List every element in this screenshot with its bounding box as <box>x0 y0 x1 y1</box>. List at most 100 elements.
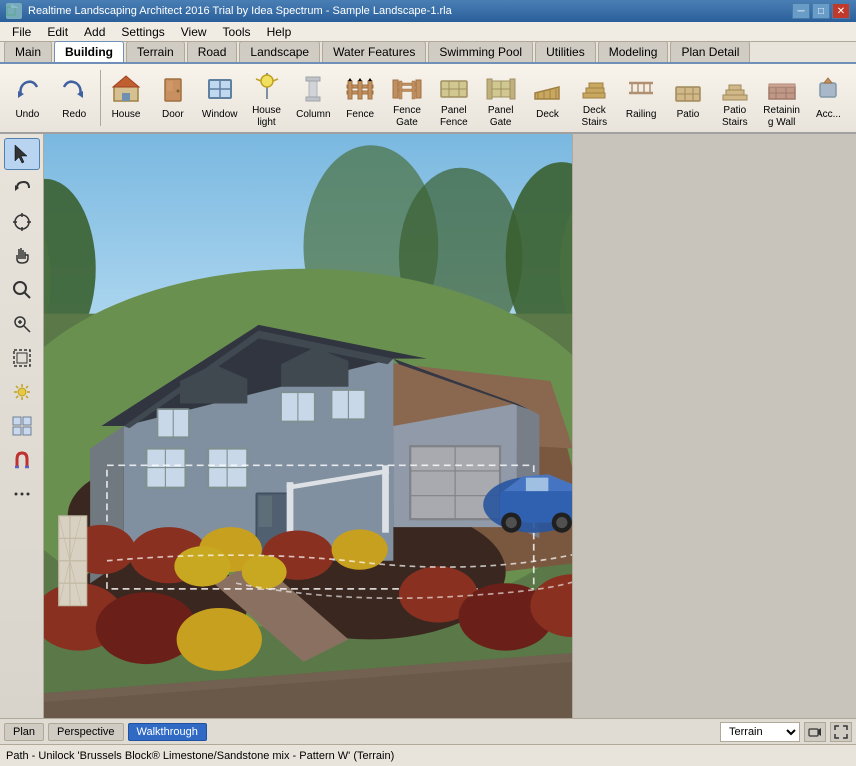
tab-modeling[interactable]: Modeling <box>598 41 669 62</box>
menu-item-view[interactable]: View <box>173 23 215 41</box>
app-icon <box>6 3 22 19</box>
menu-item-file[interactable]: File <box>4 23 39 41</box>
panel-fence-icon <box>436 71 472 103</box>
panel-gate-icon <box>483 71 519 103</box>
retaining-wall-icon <box>764 71 800 103</box>
terrain-select: Terrain All Plants Objects <box>720 722 800 742</box>
toolbar-column-button[interactable]: Column <box>290 66 337 130</box>
toolbar-item-label: House <box>112 109 141 121</box>
toolbar-window-button[interactable]: Window <box>196 66 243 130</box>
toolbar-panel-gate-button[interactable]: Panel Gate <box>477 66 524 130</box>
deck-stairs-icon <box>576 71 612 103</box>
toolbar-item-label: Retaining Wall <box>761 105 802 129</box>
toolbar-fence-button[interactable]: Fence <box>337 66 384 130</box>
toolbar-redo-button[interactable]: Redo <box>51 66 98 130</box>
toolbar-item-label: Patio <box>677 109 700 121</box>
menu-item-edit[interactable]: Edit <box>39 23 76 41</box>
maximize-button[interactable]: □ <box>812 3 830 19</box>
toolbar-item-label: Column <box>296 109 330 121</box>
toolbar-door-button[interactable]: Door <box>149 66 196 130</box>
grid-tool[interactable] <box>4 410 40 442</box>
toolbar-house-button[interactable]: House <box>103 66 150 130</box>
toolbar-separator-1 <box>100 70 101 126</box>
acc-icon <box>810 71 846 107</box>
toolbar-deck-button[interactable]: Deck <box>524 66 571 130</box>
viewport-canvas <box>44 134 572 718</box>
toolbar-retaining-wall-button[interactable]: Retaining Wall <box>758 66 805 130</box>
toolbar-railing-button[interactable]: Railing <box>618 66 665 130</box>
house-icon <box>108 71 144 107</box>
window-controls: ─ □ ✕ <box>792 3 850 19</box>
toolbar-item-label: House light <box>246 105 287 129</box>
view-tab-walkthrough[interactable]: Walkthrough <box>128 723 207 741</box>
toolbar-item-label: Acc... <box>816 109 841 121</box>
left-sidebar <box>0 134 44 718</box>
tab-utilities[interactable]: Utilities <box>535 41 596 62</box>
menu-item-settings[interactable]: Settings <box>113 23 172 41</box>
viewport[interactable] <box>44 134 572 718</box>
undo-curved-tool[interactable] <box>4 172 40 204</box>
view-btn-camera[interactable] <box>804 722 826 742</box>
minimize-button[interactable]: ─ <box>792 3 810 19</box>
light-icon <box>249 71 285 103</box>
view-tab-perspective[interactable]: Perspective <box>48 723 123 741</box>
toolbar-undo-button[interactable]: Undo <box>4 66 51 130</box>
toolbar: Undo Redo House Door Window House light Column… <box>0 64 856 134</box>
main-content <box>0 134 856 718</box>
terrain-dropdown[interactable]: Terrain All Plants Objects <box>720 722 800 742</box>
toolbar-item-label: Patio Stairs <box>714 105 755 129</box>
column-icon <box>295 71 331 107</box>
pointer-target-tool[interactable] <box>4 206 40 238</box>
toolbar-item-label: Undo <box>15 109 39 121</box>
menu-item-tools[interactable]: Tools <box>215 23 259 41</box>
close-button[interactable]: ✕ <box>832 3 850 19</box>
redo-icon <box>56 71 92 107</box>
toolbar-fence-gate-button[interactable]: Fence Gate <box>384 66 431 130</box>
menu-item-help[interactable]: Help <box>259 23 300 41</box>
title-bar: Realtime Landscaping Architect 2016 Tria… <box>0 0 856 22</box>
toolbar-patio-button[interactable]: Patio <box>665 66 712 130</box>
tab-swimming-pool[interactable]: Swimming Pool <box>428 41 533 62</box>
toolbar-item-label: Window <box>202 109 238 121</box>
railing-icon <box>623 71 659 107</box>
menu-item-add[interactable]: Add <box>76 23 113 41</box>
toolbar-panel-fence-button[interactable]: Panel Fence <box>430 66 477 130</box>
deck-icon <box>529 71 565 107</box>
toolbar-acc...-button[interactable]: Acc... <box>805 66 852 130</box>
right-panel <box>572 134 856 718</box>
toolbar-item-label: Panel Fence <box>433 105 474 129</box>
magnet-tool[interactable] <box>4 444 40 476</box>
toolbar-deck-stairs-button[interactable]: Deck Stairs <box>571 66 618 130</box>
tab-plan-detail[interactable]: Plan Detail <box>670 41 750 62</box>
toolbar-item-label: Panel Gate <box>480 105 521 129</box>
tab-bar: MainBuildingTerrainRoadLandscapeWater Fe… <box>0 42 856 64</box>
tab-building[interactable]: Building <box>54 41 124 62</box>
toolbar-item-label: Door <box>162 109 184 121</box>
toolbar-item-label: Redo <box>62 109 86 121</box>
patio-icon <box>670 71 706 107</box>
viewport-controls: Plan Perspective Walkthrough Terrain All… <box>0 718 856 744</box>
more-tools[interactable] <box>4 478 40 510</box>
toolbar-item-label: Railing <box>626 109 657 121</box>
tab-landscape[interactable]: Landscape <box>239 41 320 62</box>
zoom-tool[interactable] <box>4 274 40 306</box>
tab-terrain[interactable]: Terrain <box>126 41 185 62</box>
patio-stairs-icon <box>717 71 753 103</box>
status-bar: Path - Unilock 'Brussels Block® Limeston… <box>0 744 856 766</box>
light-tool[interactable] <box>4 376 40 408</box>
toolbar-item-label: Fence Gate <box>387 105 428 129</box>
tab-main[interactable]: Main <box>4 41 52 62</box>
arrow-tool[interactable] <box>4 308 40 340</box>
tab-road[interactable]: Road <box>187 41 238 62</box>
tab-water-features[interactable]: Water Features <box>322 41 426 62</box>
pan-tool[interactable] <box>4 240 40 272</box>
select-tool[interactable] <box>4 138 40 170</box>
toolbar-patio-stairs-button[interactable]: Patio Stairs <box>711 66 758 130</box>
view-tab-plan[interactable]: Plan <box>4 723 44 741</box>
menu-bar: FileEditAddSettingsViewToolsHelp <box>0 22 856 42</box>
window-title: Realtime Landscaping Architect 2016 Tria… <box>28 5 792 17</box>
fence-icon <box>342 71 378 107</box>
view-btn-expand[interactable] <box>830 722 852 742</box>
expand-tool[interactable] <box>4 342 40 374</box>
toolbar-house-light-button[interactable]: House light <box>243 66 290 130</box>
